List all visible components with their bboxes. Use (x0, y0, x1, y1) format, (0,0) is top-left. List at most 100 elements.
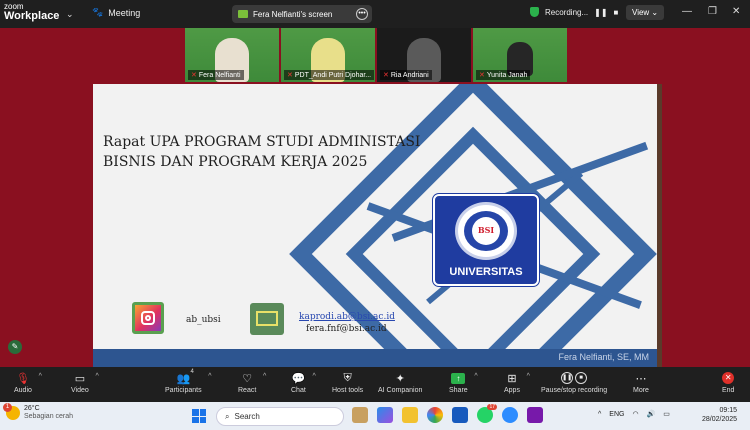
share-screen-icon: ↑ (451, 372, 466, 384)
host-tools-label: Host tools (332, 387, 364, 394)
participant-tile[interactable]: ✕ PDT_Andi Putri Djohar... (281, 28, 375, 82)
more-label: More (633, 387, 649, 394)
recording-label: Recording... (545, 7, 589, 17)
pause-recording-label: Pause/stop recording (541, 387, 608, 394)
ai-companion-button[interactable]: ✦ AI Companion (378, 371, 423, 395)
participant-strip: ✕ Fera Nelfianti ✕ PDT_Andi Putri Djohar..… (185, 28, 567, 82)
system-tray: ^ ENG ◠ 🔊 ▭ (598, 410, 670, 419)
zoom-logo: zoom Workplace (4, 3, 59, 22)
chevron-up-icon[interactable]: ^ (474, 373, 477, 380)
screen-share-indicator[interactable]: Fera Nelfianti's screen ••• (232, 5, 372, 23)
react-label: React (238, 387, 257, 394)
instagram-handle: ab_ubsi (186, 315, 221, 325)
chevron-down-icon[interactable]: ⌄ (66, 9, 74, 20)
chrome-icon[interactable] (427, 407, 443, 423)
clock-date: 28/02/2025 (702, 416, 738, 424)
taskbar-search[interactable]: ⌕ Search (216, 407, 344, 426)
weather-widget[interactable]: 1 26°C Sebagian cerah (3, 403, 74, 422)
heart-icon: ♡ (242, 372, 253, 385)
host-tools-button[interactable]: ⛨ Host tools (332, 371, 364, 395)
chevron-up-icon[interactable]: ^ (39, 373, 42, 380)
windows-start-icon[interactable] (192, 409, 206, 423)
language-indicator[interactable]: ENG (609, 411, 624, 418)
weather-desc: Sebagian cerah (24, 413, 74, 421)
video-label: Video (71, 387, 89, 394)
participant-tile[interactable]: ✕ Fera Nelfianti (185, 28, 279, 82)
audio-button[interactable]: 🎙 Audio ^ (14, 371, 42, 395)
share-button[interactable]: ↑ Share ^ (449, 371, 478, 394)
logo-text: BSI (477, 225, 495, 235)
participant-name: ✕ Yunita Janah (476, 70, 531, 80)
chevron-up-icon[interactable]: ^ (598, 411, 601, 418)
close-icon[interactable]: ✕ (732, 6, 740, 17)
apps-button[interactable]: ⊞ Apps ^ (504, 371, 530, 395)
stop-icon[interactable]: ■ (614, 8, 619, 17)
mail-icon (250, 303, 284, 335)
chevron-up-icon[interactable]: ^ (263, 373, 266, 380)
slide-title: Rapat UPA PROGRAM STUDI ADMINISTASI BISN… (103, 132, 433, 173)
chat-icon: 💬 (291, 372, 306, 385)
participant-tile[interactable]: ✕ Yunita Janah (473, 28, 567, 82)
logo-line2: Workplace (4, 10, 60, 22)
clock-time: 09:15 (719, 407, 738, 414)
video-camera-icon: ▭ (74, 372, 86, 385)
mic-muted-icon: ✕ (383, 72, 389, 79)
audio-label: Audio (14, 387, 32, 394)
whatsapp-icon[interactable]: 17 (477, 404, 497, 423)
more-options-icon[interactable]: ••• (356, 8, 368, 20)
end-button[interactable]: ✕ End (722, 371, 734, 394)
restore-icon[interactable]: ❐ (708, 6, 717, 17)
more-button[interactable]: ⋯ More (633, 371, 649, 395)
participant-name: ✕ Fera Nelfianti (188, 70, 244, 80)
battery-icon[interactable]: ▭ (663, 410, 670, 418)
pause-icon[interactable]: ❚❚ (594, 8, 607, 17)
word-icon[interactable] (452, 407, 468, 423)
volume-icon[interactable]: 🔊 (647, 410, 656, 418)
chevron-up-icon[interactable]: ^ (527, 373, 530, 380)
slide-title-line2: BISNIS DAN PROGRAM KERJA 2025 (103, 154, 368, 171)
chat-button[interactable]: 💬 Chat ^ (291, 371, 316, 395)
zoom-title-bar: zoom Workplace ⌄ 🐾 Meeting Fera Nelfiant… (0, 0, 750, 28)
taskbar-clock[interactable]: 09:15 28/02/2025 (702, 406, 737, 425)
instagram-icon (132, 302, 164, 334)
more-icon: ⋯ (635, 372, 647, 385)
chevron-up-icon[interactable]: ^ (313, 373, 316, 380)
share-label: Share (449, 387, 468, 394)
view-button[interactable]: View ⌄ (626, 5, 665, 20)
participant-tile[interactable]: ✕ Ria Andriani (377, 28, 471, 82)
annotate-icon[interactable]: ✎ (8, 340, 22, 354)
ai-companion-label: AI Companion (378, 387, 423, 394)
email-text: fera.fnf@bsi.ac.id (306, 324, 387, 334)
search-icon: ⌕ (225, 411, 230, 421)
widgets-icon[interactable] (352, 407, 368, 423)
file-explorer-icon[interactable] (402, 407, 418, 423)
meeting-label: Meeting (108, 7, 141, 18)
end-call-icon: ✕ (722, 372, 735, 384)
shared-slide: Rapat UPA PROGRAM STUDI ADMINISTASI BISN… (93, 84, 657, 367)
video-button[interactable]: ▭ Video ^ (71, 371, 99, 395)
windows-taskbar: 1 26°C Sebagian cerah ⌕ Search 17 ^ ENG … (0, 402, 750, 430)
react-button[interactable]: ♡ React ^ (238, 371, 266, 395)
chevron-up-icon[interactable]: ^ (95, 373, 98, 380)
meeting-menu[interactable]: 🐾 Meeting (92, 7, 140, 18)
university-logo: BSI UNIVERSITAS (433, 194, 539, 286)
zoom-icon[interactable] (502, 407, 518, 423)
email-link[interactable]: kaprodi.ab@bsi.ac.id (299, 312, 395, 322)
onenote-icon[interactable] (527, 407, 543, 423)
weather-temp: 26°C (24, 405, 40, 412)
shield-icon: ⛨ (343, 371, 352, 384)
background-strip (657, 84, 662, 367)
participants-button[interactable]: 👥 4 Participants ^ (165, 369, 212, 394)
view-label: View (632, 8, 650, 17)
chevron-up-icon[interactable]: ^ (208, 373, 211, 380)
wifi-icon[interactable]: ◠ (632, 410, 638, 418)
participants-label: Participants (165, 387, 202, 394)
copilot-icon[interactable] (377, 407, 393, 423)
chat-label: Chat (291, 387, 306, 394)
weather-badge: 1 (3, 403, 12, 413)
meeting-toolbar: 🎙 Audio ^ ▭ Video ^ 👥 4 Participants ^ ♡ … (0, 367, 750, 402)
pause-recording-button[interactable]: ❚❚ ■ Pause/stop recording (541, 371, 607, 394)
slide-title-line1: Rapat UPA PROGRAM STUDI ADMINISTASI (103, 134, 421, 150)
minimize-icon[interactable]: — (682, 6, 692, 17)
mic-muted-icon: ✕ (191, 72, 197, 79)
